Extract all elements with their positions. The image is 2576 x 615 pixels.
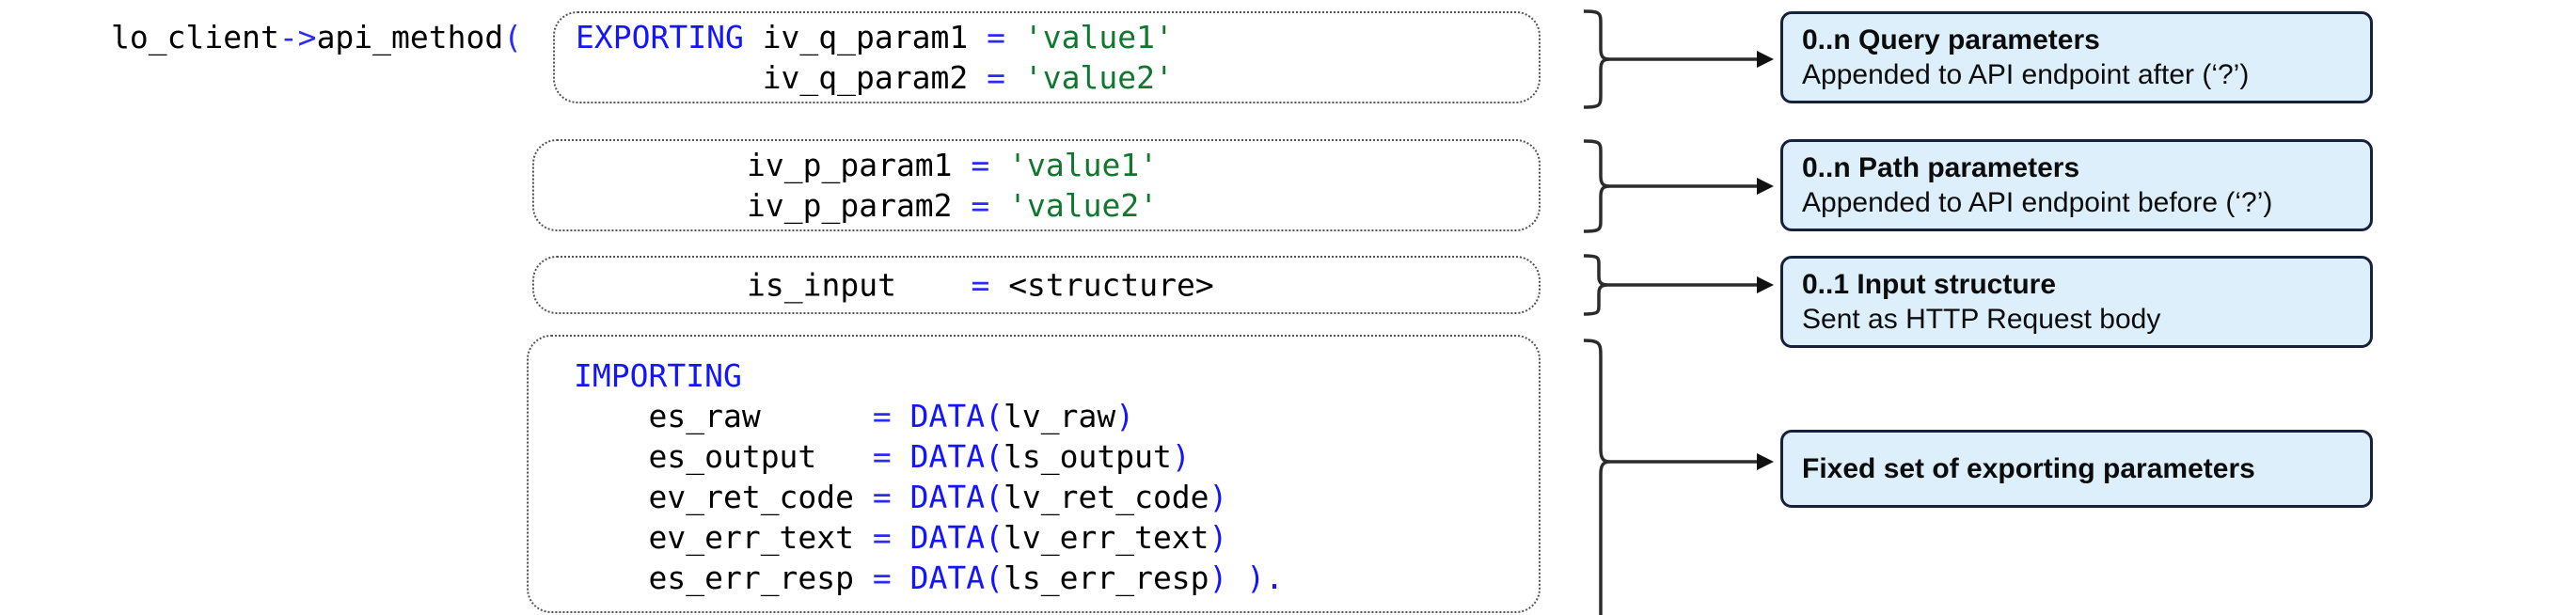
curly-brace-icon: [1583, 254, 1609, 316]
callout-subtitle: Appended to API endpoint before (‘?’): [1802, 186, 2273, 218]
param-name: is_input: [747, 266, 896, 304]
connector-query-parameters: [1572, 8, 1779, 111]
callout-exporting-parameters[interactable]: Fixed set of exporting parameters: [1780, 430, 2373, 508]
data-argument: lv_err_text: [1004, 519, 1209, 556]
code-line: ev_ret_code = DATA(lv_ret_code): [574, 477, 1284, 517]
equals-operator: =: [971, 187, 990, 224]
connector-path-parameters: [1572, 137, 1779, 235]
curly-brace-icon: [1583, 139, 1611, 233]
data-constructor: DATA(: [909, 519, 1004, 556]
code-block-importing: IMPORTING es_raw = DATA(lv_raw) es_outpu…: [527, 335, 1541, 613]
code-line: ev_err_text = DATA(lv_err_text): [574, 517, 1284, 558]
code-line: es_output = DATA(ls_output): [574, 436, 1284, 477]
curly-brace-icon: [1583, 9, 1611, 109]
keyword-exporting: EXPORTING: [576, 19, 744, 55]
connector-input-structure: [1572, 252, 1779, 322]
equals-operator: =: [987, 59, 1005, 96]
equals-operator: =: [872, 438, 892, 475]
close-paren: ): [1209, 479, 1228, 515]
param-name: iv_q_param1: [762, 19, 969, 55]
data-constructor: DATA(: [909, 560, 1004, 596]
callout-path-parameters[interactable]: 0..n Path parameters Appended to API end…: [1780, 139, 2373, 231]
equals-operator: =: [872, 479, 892, 515]
code-line: es_raw = DATA(lv_raw): [574, 396, 1284, 436]
equals-operator: =: [987, 19, 1005, 55]
arrow-head-icon: [1757, 453, 1774, 470]
keyword-importing: IMPORTING: [574, 357, 742, 394]
code-line: is_input = <structure>: [747, 265, 1214, 306]
client-object-label: lo_client: [111, 19, 279, 55]
param-value: 'value2': [1008, 187, 1159, 224]
code-line: iv_p_param2 = 'value2': [747, 185, 1158, 226]
equals-operator: =: [872, 398, 892, 434]
code-line: iv_p_param1 = 'value1': [747, 145, 1158, 185]
callout-query-parameters[interactable]: 0..n Query parameters Appended to API en…: [1780, 11, 2373, 103]
method-call-prefix: lo_client->api_method(: [111, 17, 522, 57]
param-name: ev_ret_code: [648, 479, 855, 515]
param-name: ev_err_text: [648, 519, 855, 556]
param-name: iv_p_param1: [747, 147, 953, 183]
close-paren: ): [1209, 560, 1228, 596]
code-block-path-parameters: iv_p_param1 = 'value1' iv_p_param2 = 'va…: [532, 139, 1541, 231]
callout-subtitle: Appended to API endpoint after (‘?’): [1802, 58, 2250, 90]
param-value: 'value1': [1008, 147, 1159, 183]
statement-terminator: ).: [1227, 560, 1285, 596]
data-constructor: DATA(: [909, 479, 1004, 515]
data-argument: lv_ret_code: [1004, 479, 1209, 515]
equals-operator: =: [872, 519, 892, 556]
callout-title: 0..n Query parameters: [1802, 24, 2100, 55]
callout-title: 0..n Path parameters: [1802, 151, 2080, 183]
param-name: es_raw: [648, 398, 761, 434]
close-paren: ): [1209, 519, 1228, 556]
data-argument: ls_err_resp: [1004, 560, 1209, 596]
code-line: EXPORTING iv_q_param1 = 'value1': [576, 17, 1174, 57]
callout-subtitle: Sent as HTTP Request body: [1802, 303, 2161, 335]
param-value: 'value2': [1023, 59, 1174, 96]
code-block-query-parameters: EXPORTING iv_q_param1 = 'value1' iv_q_pa…: [553, 11, 1541, 103]
param-name: es_err_resp: [648, 560, 855, 596]
close-paren: ): [1115, 398, 1135, 434]
param-name: iv_p_param2: [747, 187, 953, 224]
data-constructor: DATA(: [909, 438, 1004, 475]
callout-title: Fixed set of exporting parameters: [1802, 452, 2255, 484]
code-block-input-structure: is_input = <structure>: [532, 256, 1541, 314]
code-line: iv_q_param2 = 'value2': [576, 57, 1174, 98]
equals-operator: =: [872, 560, 892, 596]
callout-title: 0..1 Input structure: [1802, 268, 2057, 300]
equals-operator: =: [971, 147, 990, 183]
param-value: <structure>: [1008, 266, 1214, 304]
equals-operator: =: [971, 266, 990, 304]
data-constructor: DATA(: [909, 398, 1004, 434]
method-name-label: api_method: [316, 19, 504, 55]
curly-brace-icon: [1583, 339, 1611, 615]
arrow-head-icon: [1757, 51, 1774, 68]
code-line: IMPORTING: [574, 355, 1284, 396]
close-paren: ): [1171, 438, 1191, 475]
arrow-head-icon: [1757, 178, 1774, 195]
data-argument: ls_output: [1004, 438, 1172, 475]
open-paren: (: [503, 19, 523, 55]
callout-input-structure[interactable]: 0..1 Input structure Sent as HTTP Reques…: [1780, 256, 2373, 348]
data-argument: lv_raw: [1004, 398, 1116, 434]
arrow-head-icon: [1757, 276, 1774, 293]
diagram-canvas: lo_client->api_method( EXPORTING iv_q_pa…: [0, 0, 2576, 615]
param-value: 'value1': [1023, 19, 1174, 55]
connector-exporting-parameters: [1572, 337, 1779, 615]
arrow-operator: ->: [278, 19, 317, 55]
param-name: es_output: [648, 438, 817, 475]
param-name: iv_q_param2: [762, 59, 969, 96]
code-line: es_err_resp = DATA(ls_err_resp) ).: [574, 558, 1284, 598]
